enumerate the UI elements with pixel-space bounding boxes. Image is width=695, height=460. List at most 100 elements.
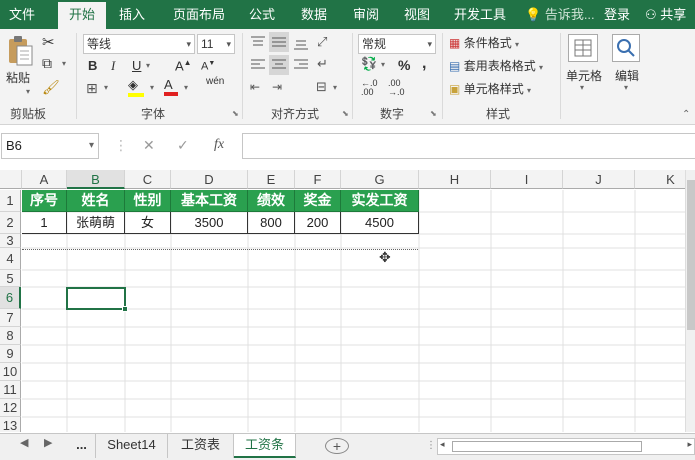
phonetic-button[interactable]: wén — [206, 76, 224, 87]
active-cell-selection[interactable] — [66, 287, 128, 312]
table-cell[interactable]: 800 — [248, 212, 295, 234]
more-sheets-button[interactable]: ... — [68, 434, 96, 458]
row-header[interactable]: 3 — [0, 234, 21, 248]
table-cell[interactable]: 张萌萌 — [67, 212, 125, 234]
column-header[interactable]: B — [67, 170, 125, 189]
next-sheet-icon[interactable]: ▶ — [44, 436, 52, 449]
align-left-icon[interactable] — [250, 58, 266, 75]
align-bottom-icon[interactable] — [293, 35, 309, 54]
tell-me-search[interactable]: 💡 告诉我... — [525, 0, 595, 29]
column-header[interactable]: F — [295, 170, 341, 189]
tab-view[interactable]: 视图 — [397, 0, 437, 29]
cells-button[interactable] — [568, 34, 598, 62]
table-cell[interactable]: 4500 — [341, 212, 419, 234]
row-header[interactable]: 1 — [0, 190, 21, 212]
tab-split-handle[interactable]: ⋮ — [426, 440, 436, 451]
cancel-icon[interactable]: ✕ — [143, 137, 155, 154]
tab-home[interactable]: 开始 — [58, 2, 106, 29]
row-header[interactable]: 13 — [0, 417, 21, 432]
fill-color-button[interactable]: ◈ — [128, 77, 146, 97]
tab-developer[interactable]: 开发工具 — [447, 0, 513, 29]
tab-page-layout[interactable]: 页面布局 — [164, 0, 234, 29]
wrap-text-icon[interactable]: ↵ — [317, 56, 328, 72]
tab-data[interactable]: 数据 — [294, 0, 334, 29]
table-cell[interactable]: 200 — [295, 212, 341, 234]
row-header[interactable]: 7 — [0, 309, 21, 327]
dialog-launcher-icon[interactable]: ⬊ — [232, 109, 239, 118]
editing-dropdown-icon[interactable]: ▾ — [624, 83, 628, 92]
percent-button[interactable]: % — [398, 57, 410, 73]
copy-icon[interactable]: ⧉ — [42, 55, 52, 72]
column-header[interactable]: H — [419, 170, 491, 189]
row-header[interactable]: 12 — [0, 399, 21, 417]
select-all-corner[interactable] — [0, 170, 22, 189]
row-header[interactable]: 10 — [0, 363, 21, 381]
horizontal-scrollbar[interactable]: ◂ ▸ — [437, 438, 695, 455]
add-sheet-button[interactable]: + — [325, 438, 349, 454]
currency-dropdown-icon[interactable]: ▾ — [381, 60, 385, 69]
table-header-cell[interactable]: 实发工资 — [341, 190, 419, 212]
bold-button[interactable]: B — [88, 58, 97, 73]
font-size-select[interactable]: 11 ▾ — [197, 34, 235, 54]
cut-icon[interactable]: ✂ — [42, 33, 55, 51]
grow-font-button[interactable]: A▲ — [175, 58, 192, 73]
borders-dropdown-icon[interactable]: ▾ — [104, 83, 108, 92]
scroll-left-icon[interactable]: ◂ — [440, 439, 445, 450]
sheet-tab-active[interactable]: 工资条 — [234, 434, 296, 458]
column-header[interactable]: A — [22, 170, 67, 189]
shrink-font-button[interactable]: A▼ — [201, 60, 215, 73]
merge-center-icon[interactable]: ⊟ — [316, 79, 327, 95]
cells-dropdown-icon[interactable]: ▾ — [580, 83, 584, 92]
decrease-decimal-icon[interactable]: .00 →.0 — [388, 79, 405, 97]
vertical-scroll-thumb[interactable] — [687, 180, 695, 330]
font-name-select[interactable]: 等线 ▾ — [83, 34, 195, 54]
italic-button[interactable]: I — [111, 58, 115, 74]
align-middle-icon[interactable] — [269, 32, 289, 52]
currency-icon[interactable]: 💱 — [361, 56, 377, 72]
vertical-scrollbar[interactable] — [685, 170, 695, 432]
increase-indent-icon[interactable]: ⇥ — [272, 80, 282, 94]
prev-sheet-icon[interactable]: ◀ — [20, 436, 28, 449]
tab-insert[interactable]: 插入 — [112, 0, 152, 29]
row-header[interactable]: 6 — [0, 287, 21, 309]
fill-dropdown-icon[interactable]: ▾ — [150, 83, 154, 92]
number-format-select[interactable]: 常规 ▾ — [358, 34, 436, 54]
conditional-formatting-button[interactable]: ▦ 条件格式 ▾ — [449, 34, 519, 51]
paste-button[interactable] — [6, 35, 34, 69]
table-header-cell[interactable]: 奖金 — [295, 190, 341, 212]
row-header[interactable]: 8 — [0, 327, 21, 345]
copy-dropdown-icon[interactable]: ▾ — [62, 59, 66, 68]
underline-button[interactable]: U — [132, 58, 141, 73]
font-color-dropdown-icon[interactable]: ▾ — [184, 83, 188, 92]
insert-function-button[interactable]: fx — [214, 137, 224, 153]
column-header[interactable]: G — [341, 170, 419, 189]
dialog-launcher-icon[interactable]: ⬊ — [342, 109, 349, 118]
name-box[interactable]: B6 ▾ — [1, 133, 99, 159]
table-header-cell[interactable]: 绩效 — [248, 190, 295, 212]
row-header[interactable]: 4 — [0, 248, 21, 270]
table-cell[interactable]: 3500 — [171, 212, 248, 234]
format-painter-icon[interactable]: 🖌 — [42, 79, 60, 96]
table-header-cell[interactable]: 序号 — [22, 190, 67, 212]
table-header-cell[interactable]: 姓名 — [67, 190, 125, 212]
column-header[interactable]: J — [563, 170, 635, 189]
table-header-cell[interactable]: 基本工资 — [171, 190, 248, 212]
cell-styles-button[interactable]: ▣ 单元格样式 ▾ — [449, 80, 531, 97]
merge-dropdown-icon[interactable]: ▾ — [333, 83, 337, 92]
align-top-icon[interactable] — [250, 35, 266, 52]
column-header[interactable]: D — [171, 170, 248, 189]
decrease-indent-icon[interactable]: ⇤ — [250, 80, 260, 94]
row-header[interactable]: 9 — [0, 345, 21, 363]
comma-button[interactable]: , — [422, 55, 426, 73]
tab-file[interactable]: 文件 — [0, 0, 44, 29]
horizontal-scroll-thumb[interactable] — [452, 441, 642, 452]
dialog-launcher-icon[interactable]: ⬊ — [430, 109, 437, 118]
collapse-ribbon-icon[interactable]: ⌃ — [682, 109, 690, 120]
table-cell[interactable]: 1 — [22, 212, 67, 234]
sheet-tab[interactable]: 工资表 — [168, 434, 234, 458]
row-header[interactable]: 2 — [0, 212, 21, 234]
borders-icon[interactable]: ⊞ — [86, 80, 98, 97]
format-as-table-button[interactable]: ▤ 套用表格格式 ▾ — [449, 57, 543, 74]
scroll-right-icon[interactable]: ▸ — [687, 439, 692, 450]
font-color-button[interactable]: A — [164, 77, 180, 96]
